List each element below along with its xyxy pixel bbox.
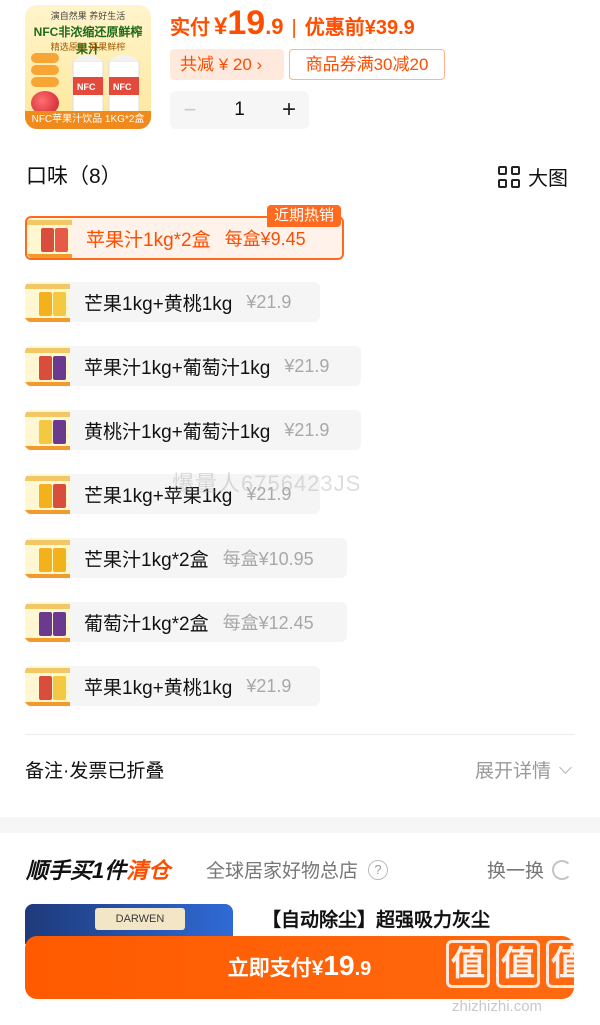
price-integer: 19 [227,4,266,42]
recommended-item-brand: DARWEN [95,908,185,930]
grid-icon [498,165,520,188]
flavor-option[interactable]: 芒果汁1kg*2盒 每盒¥10.95 [25,538,347,578]
svg-text:NFC: NFC [113,82,132,92]
paid-label: 实付 [170,17,210,39]
flavor-option-price: ¥21.9 [246,291,292,312]
product-thumb-brand: 演自然果 养好生活 [50,11,126,21]
pay-currency: ¥ [311,957,324,980]
product-thumb-footer: NFC苹果汁饮品 1KG*2盒 [25,111,151,129]
quantity-value[interactable]: 1 [210,99,269,121]
add-on-title: 顺手买1件清仓 [26,853,170,885]
flavor-option[interactable]: 葡萄汁1kg*2盒 每盒¥12.45 [25,602,347,642]
expand-details-label: 展开详情 [474,761,551,782]
section-gap [0,817,600,833]
flavor-option-price: ¥21.9 [246,675,292,696]
flavor-option-price: ¥21.9 [284,355,330,376]
site-logo-char: 值 [446,940,490,988]
pay-price-integer: 19 [323,950,355,981]
swap-label: 换一换 [486,861,544,882]
flavor-option-thumbnail [25,410,70,450]
store-name-label: 全球居家好物总店 [206,861,359,882]
price-row: 实付 ¥ 19 .9 | 优惠前 ¥39.9 [170,4,415,48]
flavor-title: 口味（8） [26,165,122,188]
watermark: 爆量人6756423JS [172,471,362,496]
flavor-option-price: 每盒¥12.45 [222,613,314,633]
feature-pill [31,65,59,75]
swap-button[interactable]: 换一换 [487,856,572,883]
flavor-option-thumbnail [27,218,72,258]
flavor-option-name: 葡萄汁1kg*2盒 [84,613,209,635]
total-discount-chip[interactable]: 共减 ¥ 20 › [170,49,284,80]
flavor-option[interactable]: 苹果1kg+黄桃1kg ¥21.9 [25,666,320,706]
product-thumb-subtitle: 精选原料 原果鲜榨 [50,42,126,52]
flavor-option-name: 芒果汁1kg*2盒 [84,549,209,571]
chevron-down-icon [559,760,572,774]
flavor-option-price: 每盒¥9.45 [224,229,306,249]
flavor-option-name: 黄桃汁1kg+葡萄汁1kg [84,421,271,443]
price-decimal: .9 [265,14,284,39]
flavor-option-thumbnail [25,538,70,578]
product-thumbnail[interactable]: 演自然果 养好生活 NFC非浓缩还原鲜榨果汁 精选原料 原果鲜榨 NFC NFC… [25,5,151,129]
refresh-icon [552,859,572,880]
flavor-option-name: 苹果1kg+黄桃1kg [84,677,233,699]
flavor-option-name: 芒果1kg+黄桃1kg [84,293,233,315]
price-separator: | [291,17,297,39]
flavor-option[interactable]: 芒果1kg+黄桃1kg ¥21.9 [25,282,320,322]
juice-carton-image: NFC NFC [72,55,140,114]
feature-pill [31,53,59,63]
remark-invoice-label: 备注·发票已折叠 [25,761,165,782]
flavor-option[interactable]: 苹果汁1kg+葡萄汁1kg ¥21.9 [25,346,361,386]
store-name[interactable]: 全球居家好物总店 ? [206,856,389,883]
coupon-chip[interactable]: 商品券满30减20 [289,49,445,80]
flavor-option-name: 苹果汁1kg+葡萄汁1kg [84,357,271,379]
pay-now-label: 立即支付 [227,957,312,980]
svg-text:NFC: NFC [77,82,96,92]
flavor-option-name: 苹果汁1kg*2盒 [86,229,211,251]
flavor-option-thumbnail [25,346,70,386]
original-price: ¥39.9 [364,17,415,39]
site-logo-char: 值 [546,940,590,988]
site-logo-char: 值 [496,940,540,988]
flavor-option-price: 每盒¥10.95 [222,549,314,569]
flavor-option-thumbnail [25,602,70,642]
divider [25,734,575,735]
pay-price-decimal: .9 [354,958,372,980]
clearance-label: 清仓 [126,858,171,883]
flavor-option-price: ¥21.9 [284,419,330,440]
decrease-button[interactable]: − [170,97,210,123]
big-view-toggle[interactable]: 大图 [498,162,568,191]
hot-selling-tag: 近期热销 [267,205,342,227]
recommended-item-title[interactable]: 【自动除尘】超强吸力灰尘 [262,905,490,932]
currency-symbol: ¥ [214,13,228,40]
original-price-label: 优惠前 [304,17,365,39]
flavor-option-thumbnail [25,282,70,322]
add-on-title-prefix: 顺手买1件 [26,858,127,883]
site-url: zhizhizhi.com [452,998,543,1015]
feature-pill [31,77,59,87]
increase-button[interactable]: + [269,96,309,124]
quantity-stepper: − 1 + [170,91,309,129]
flavor-option-thumbnail [25,474,70,514]
flavor-option-thumbnail [25,666,70,706]
site-logo: 值 值 值 [446,940,596,992]
expand-details-button[interactable]: 展开详情 [474,756,572,783]
help-icon[interactable]: ? [368,859,389,880]
big-view-label: 大图 [528,168,568,190]
flavor-option[interactable]: 黄桃汁1kg+葡萄汁1kg ¥21.9 [25,410,361,450]
